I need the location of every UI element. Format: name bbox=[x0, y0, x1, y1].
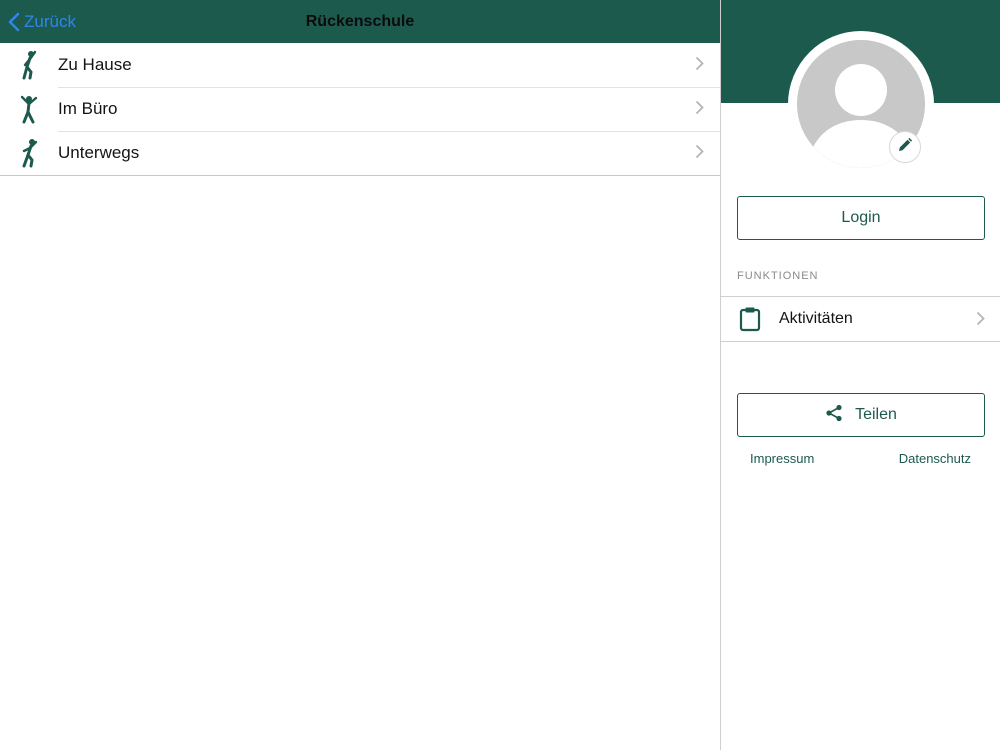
function-item-label: Aktivitäten bbox=[779, 310, 853, 327]
chevron-right-icon bbox=[695, 56, 704, 76]
page-title: Rückenschule bbox=[305, 13, 415, 30]
share-button[interactable]: Teilen bbox=[737, 393, 985, 437]
chevron-right-icon bbox=[695, 100, 704, 120]
back-button[interactable]: Zurück bbox=[8, 10, 76, 34]
side-panel: Login FUNKTIONEN Aktivitäten Teilen Impr… bbox=[720, 0, 1000, 750]
list-item-label: Unterwegs bbox=[58, 143, 140, 162]
list-item-im-buero[interactable]: Im Büro bbox=[0, 87, 720, 131]
datenschutz-link[interactable]: Datenschutz bbox=[899, 451, 971, 466]
clipboard-icon bbox=[721, 306, 779, 332]
list-item-zu-hause[interactable]: Zu Hause bbox=[0, 43, 720, 87]
login-button[interactable]: Login bbox=[737, 196, 985, 240]
chevron-right-icon bbox=[695, 144, 704, 164]
share-label: Teilen bbox=[855, 406, 897, 423]
main-pane: Rückenschule Zurück Zu Hause Im Büro Unt… bbox=[0, 0, 720, 750]
section-heading-functions: FUNKTIONEN bbox=[737, 270, 819, 282]
list-item-label: Zu Hause bbox=[58, 55, 132, 74]
stretching-person-icon bbox=[0, 50, 58, 80]
chevron-right-icon bbox=[976, 311, 985, 331]
stretching-person-icon bbox=[0, 138, 58, 168]
chevron-left-icon bbox=[8, 12, 20, 32]
function-item-aktivitaeten[interactable]: Aktivitäten bbox=[721, 296, 1000, 342]
stretching-person-icon bbox=[0, 94, 58, 124]
category-list: Zu Hause Im Büro Unterwegs bbox=[0, 43, 720, 176]
navigation-bar: Rückenschule Zurück bbox=[0, 0, 720, 43]
list-item-label: Im Büro bbox=[58, 99, 118, 118]
edit-avatar-button[interactable] bbox=[889, 131, 921, 163]
impressum-link[interactable]: Impressum bbox=[750, 451, 814, 466]
share-icon bbox=[825, 404, 855, 427]
pencil-icon bbox=[897, 137, 913, 158]
back-label: Zurück bbox=[24, 12, 76, 31]
list-item-unterwegs[interactable]: Unterwegs bbox=[0, 131, 720, 175]
